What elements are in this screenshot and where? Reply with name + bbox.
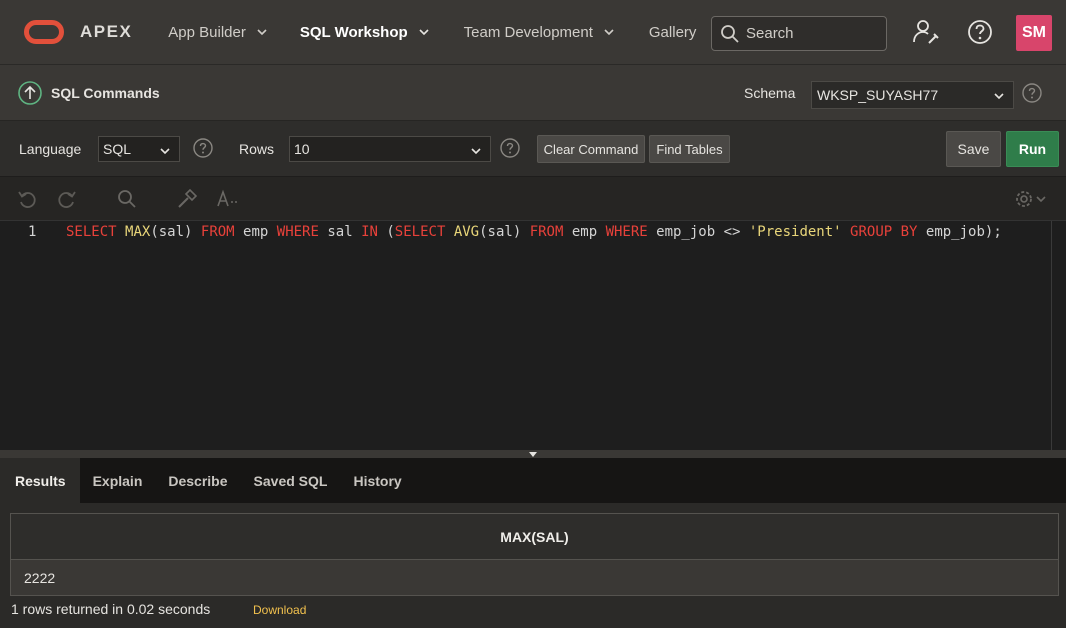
code-token: sal — [318, 224, 362, 240]
oracle-logo-icon[interactable] — [24, 20, 64, 44]
table-cell: 2222 — [10, 559, 1059, 596]
nav-item-label: Team Development — [463, 23, 593, 41]
help-icon[interactable] — [966, 18, 994, 46]
nav-app-builder[interactable]: App Builder — [168, 24, 268, 41]
format-hammer-icon[interactable] — [176, 188, 198, 210]
code-editor[interactable]: 1 SELECT MAX(sal) FROM emp WHERE sal IN … — [0, 220, 1066, 451]
code-token: WHERE — [276, 224, 319, 240]
search-icon — [721, 24, 739, 43]
page-title: SQL Commands — [51, 85, 160, 101]
run-button[interactable]: Run — [1006, 131, 1059, 167]
code-line[interactable]: SELECT MAX(sal) FROM emp WHERE sal IN (S… — [66, 224, 1002, 240]
code-token: FROM — [529, 224, 564, 240]
user-avatar[interactable]: SM — [1016, 15, 1052, 51]
nav-sql-workshop[interactable]: SQL Workshop — [300, 24, 430, 41]
chevron-down-icon — [160, 148, 170, 155]
nav-item-label: App Builder — [168, 23, 246, 41]
schema-select[interactable]: WKSP_SUYASH77 — [811, 81, 1014, 109]
find-icon[interactable] — [116, 188, 138, 210]
chevron-down-icon — [257, 29, 267, 36]
code-token: emp — [234, 224, 277, 240]
clear-command-button[interactable]: Clear Command — [537, 135, 645, 163]
code-token: GROUP BY — [850, 224, 918, 240]
search-box[interactable] — [711, 16, 887, 51]
navigate-up-icon[interactable] — [18, 81, 42, 105]
code-token: emp — [563, 224, 606, 240]
top-navigation: APEX App Builder SQL Workshop Team Devel… — [0, 0, 1066, 64]
undo-icon[interactable] — [16, 188, 38, 210]
find-tables-button[interactable]: Find Tables — [649, 135, 730, 163]
chevron-down-icon — [994, 93, 1004, 100]
code-token: IN — [361, 224, 378, 240]
search-input[interactable] — [746, 25, 886, 42]
save-button[interactable]: Save — [946, 131, 1001, 167]
nav-team-development[interactable]: Team Development — [464, 24, 615, 41]
autocomplete-icon[interactable] — [216, 188, 240, 210]
chevron-down-icon — [419, 29, 429, 36]
brand-name[interactable]: APEX — [80, 22, 132, 42]
nav-item-label: Gallery — [648, 23, 697, 41]
download-link[interactable]: Download — [253, 603, 306, 617]
schema-value: WKSP_SUYASH77 — [817, 87, 939, 103]
code-token: (sal) — [150, 224, 201, 240]
tab-results[interactable]: Results — [0, 458, 80, 503]
chevron-down-icon — [471, 148, 481, 155]
tab-describe[interactable]: Describe — [155, 458, 240, 503]
code-token: SELECT — [66, 224, 117, 240]
results-panel: MAX(SAL) 2222 1 rows returned in 0.02 se… — [0, 503, 1066, 628]
gear-icon[interactable] — [1013, 188, 1049, 210]
results-tabs: Results Explain Describe Saved SQL Histo… — [0, 458, 1066, 503]
rows-returned-status: 1 rows returned in 0.02 seconds — [11, 601, 211, 617]
language-label: Language — [19, 141, 82, 157]
code-token: emp_job); — [917, 224, 1002, 240]
column-header[interactable]: MAX(SAL) — [10, 513, 1059, 560]
tab-explain[interactable]: Explain — [80, 458, 156, 503]
language-help-icon[interactable] — [193, 138, 213, 158]
code-token: 'President' — [748, 224, 842, 240]
code-token: FROM — [200, 224, 235, 240]
table-row: 2222 — [10, 559, 1059, 596]
code-token: MAX — [125, 224, 151, 240]
editor-scrollbar[interactable] — [1051, 221, 1052, 451]
pane-splitter[interactable] — [0, 450, 1066, 458]
code-token: WHERE — [605, 224, 648, 240]
page-title-bar: SQL Commands Schema WKSP_SUYASH77 — [0, 64, 1066, 120]
line-number: 1 — [28, 224, 37, 240]
rows-label: Rows — [239, 141, 275, 157]
chevron-down-icon — [604, 29, 614, 36]
nav-gallery[interactable]: Gallery — [649, 24, 697, 41]
code-token: AVG — [453, 224, 480, 240]
language-value: SQL — [103, 141, 132, 157]
redo-icon[interactable] — [56, 188, 78, 210]
results-table: MAX(SAL) 2222 — [10, 513, 1059, 596]
code-token: ( — [377, 224, 395, 240]
schema-label: Schema — [744, 85, 796, 101]
code-token: emp_job <> — [647, 224, 749, 240]
tab-saved-sql[interactable]: Saved SQL — [241, 458, 341, 503]
editor-toolbar — [0, 176, 1066, 220]
language-select[interactable]: SQL — [98, 136, 180, 162]
user-settings-icon[interactable] — [912, 18, 940, 46]
nav-item-label: SQL Workshop — [299, 23, 408, 41]
rows-select[interactable]: 10 — [289, 136, 491, 162]
collapse-arrow-icon[interactable] — [529, 452, 537, 457]
rows-value: 10 — [294, 141, 310, 157]
command-toolbar: Language SQL Rows 10 Clear Command Find … — [0, 120, 1066, 176]
schema-help-icon[interactable] — [1022, 83, 1042, 103]
code-token: SELECT — [394, 224, 446, 240]
code-token: (sal) — [479, 224, 530, 240]
rows-help-icon[interactable] — [500, 138, 520, 158]
tab-history[interactable]: History — [340, 458, 414, 503]
